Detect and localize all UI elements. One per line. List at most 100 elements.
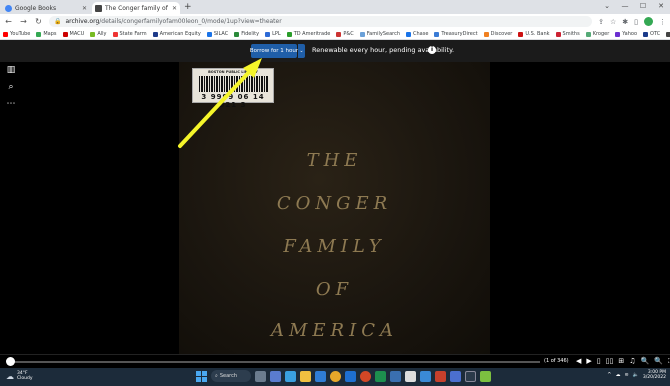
volume-icon[interactable]: 🔈	[633, 372, 639, 378]
url-field[interactable]: 🔒 archive.org/details/congerfamilyofam00…	[49, 16, 593, 27]
new-tab-button[interactable]: +	[184, 2, 192, 14]
bookmark-item[interactable]: YouTube	[3, 31, 30, 37]
bookmark-label: TD Ameritrade	[293, 31, 331, 37]
edge-icon[interactable]	[285, 370, 296, 382]
bookmark-item[interactable]: Kroger	[585, 31, 610, 37]
page-slider-handle[interactable]	[6, 357, 15, 366]
search-label: Search	[219, 373, 237, 379]
chrome-icon[interactable]	[330, 370, 341, 382]
bookmark-favicon-icon	[234, 31, 240, 37]
next-page-icon[interactable]: ▶	[586, 357, 591, 366]
excel-icon[interactable]	[375, 370, 386, 382]
share-icon[interactable]: ⇪	[598, 18, 604, 26]
more-icon[interactable]: ⋯	[6, 99, 16, 109]
store-icon[interactable]	[315, 370, 326, 382]
two-page-view-icon[interactable]: ▯▯	[606, 357, 614, 366]
bookmark-item[interactable]: Yahoo	[615, 31, 637, 37]
bookmark-star-icon[interactable]: ☆	[610, 18, 616, 26]
menu-icon[interactable]: ⋮	[659, 18, 666, 26]
bookmark-label: Kroger	[592, 31, 610, 37]
app3-icon[interactable]	[450, 370, 461, 382]
bookmark-label: TreasuryDirect	[441, 31, 478, 37]
app5-icon[interactable]	[480, 370, 491, 382]
url-host: archive.org	[65, 18, 100, 25]
bookmark-item[interactable]: State Farm	[112, 31, 147, 37]
maximize-button[interactable]: ☐	[634, 0, 652, 14]
borrow-dropdown-icon[interactable]: ⌄	[298, 44, 305, 58]
word-icon[interactable]	[345, 370, 356, 382]
bookmark-item[interactable]: myAir	[666, 31, 670, 37]
bookmark-item[interactable]: FamilySearch	[359, 31, 400, 37]
bookmark-favicon-icon	[434, 31, 440, 37]
tab-conger-family[interactable]: The Conger family of America : ✕	[92, 2, 180, 14]
bookmark-item[interactable]: TreasuryDirect	[434, 31, 478, 37]
app4-icon[interactable]	[465, 370, 476, 382]
chevron-up-icon[interactable]: ^	[607, 372, 611, 378]
bookmark-item[interactable]: P&C	[336, 31, 354, 37]
photos-icon[interactable]	[420, 370, 431, 382]
weather-widget[interactable]: ☁ 34°F Cloudy	[6, 371, 33, 381]
bookmark-item[interactable]: TD Ameritrade	[286, 31, 331, 37]
thumbnail-view-icon[interactable]: ⊞	[618, 357, 624, 366]
zoom-in-icon[interactable]: 🔍	[654, 357, 663, 366]
bookmark-favicon-icon	[555, 31, 561, 37]
notepad-icon[interactable]	[405, 370, 416, 382]
sidepanel-icon[interactable]: ▯	[634, 18, 638, 26]
bookmark-item[interactable]: Discover	[483, 31, 513, 37]
one-page-view-icon[interactable]: ▯	[597, 357, 601, 366]
bookmark-item[interactable]: Chase	[406, 31, 428, 37]
system-tray: ^ ☁ ≋ 🔈 3:00 PM 3/20/2022	[607, 370, 666, 380]
reader-controls: ◀ ▶ ▯ ▯▯ ⊞ ♫ 🔍 🔍 ⛶	[576, 357, 670, 366]
profile-avatar[interactable]	[644, 17, 653, 26]
forward-icon[interactable]: →	[19, 17, 28, 26]
tab-google-books[interactable]: Google Books ✕	[2, 2, 90, 14]
screen: Google Books ✕ The Conger family of Amer…	[0, 0, 670, 386]
app-icon[interactable]	[360, 370, 371, 382]
mail-icon[interactable]	[390, 370, 401, 382]
wifi-icon[interactable]: ≋	[624, 372, 628, 378]
library-icon[interactable]: ▥	[6, 65, 16, 75]
close-icon[interactable]: ✕	[172, 5, 177, 12]
file-explorer-icon[interactable]	[300, 370, 311, 382]
google-books-icon	[5, 4, 12, 12]
clock[interactable]: 3:00 PM 3/20/2022	[643, 370, 666, 380]
read-aloud-icon[interactable]: ♫	[629, 357, 635, 366]
chat-icon[interactable]	[270, 370, 281, 382]
info-icon[interactable]: i	[428, 46, 436, 54]
bookmark-favicon-icon	[206, 31, 212, 37]
bookmark-item[interactable]: MACU	[62, 31, 84, 37]
bookmark-item[interactable]: SILAC	[206, 31, 229, 37]
bookmarks-bar: YouTube Maps MACU Ally State Farm American Eq…	[0, 29, 670, 40]
bookmark-label: Fidelity	[241, 31, 260, 37]
bookmark-item[interactable]: Ally	[90, 31, 107, 37]
tab-search-icon[interactable]: ⌄	[598, 0, 616, 14]
network-icon[interactable]: ☁	[615, 372, 620, 378]
start-button[interactable]	[196, 370, 207, 382]
bookmark-item[interactable]: Fidelity	[234, 31, 259, 37]
zoom-out-icon[interactable]: 🔍	[641, 357, 650, 366]
reader-side-toolbar: ▥ ⌕ ⋯	[6, 65, 16, 109]
prev-page-icon[interactable]: ◀	[576, 357, 581, 366]
search-icon[interactable]: ⌕	[6, 82, 16, 92]
close-window-button[interactable]: ✕	[652, 0, 670, 14]
minimize-button[interactable]: —	[616, 0, 634, 14]
bookmark-label: Ally	[97, 31, 107, 37]
cover-title-line: CONGER	[276, 193, 393, 214]
bookmark-label: Discover	[490, 31, 513, 37]
app2-icon[interactable]	[435, 370, 446, 382]
bookmark-item[interactable]: Maps	[36, 31, 57, 37]
reload-icon[interactable]: ↻	[34, 17, 43, 26]
bookmark-item[interactable]: OTC	[643, 31, 660, 37]
taskbar-search[interactable]: ⌕ Search	[211, 370, 251, 382]
page-slider-track[interactable]	[12, 361, 540, 363]
close-icon[interactable]: ✕	[82, 5, 87, 12]
borrow-button[interactable]: Borrow for 1 hour	[250, 44, 298, 58]
extensions-icon[interactable]: ✱	[622, 18, 628, 26]
back-icon[interactable]: ←	[4, 17, 13, 26]
bookmark-item[interactable]: Smiths	[555, 31, 580, 37]
bookmark-label: SILAC	[213, 31, 229, 37]
bookmark-item[interactable]: LPL	[265, 31, 281, 37]
bookmark-item[interactable]: U.S. Bank	[518, 31, 550, 37]
task-view-icon[interactable]	[255, 370, 266, 382]
bookmark-item[interactable]: American Equity	[152, 31, 201, 37]
